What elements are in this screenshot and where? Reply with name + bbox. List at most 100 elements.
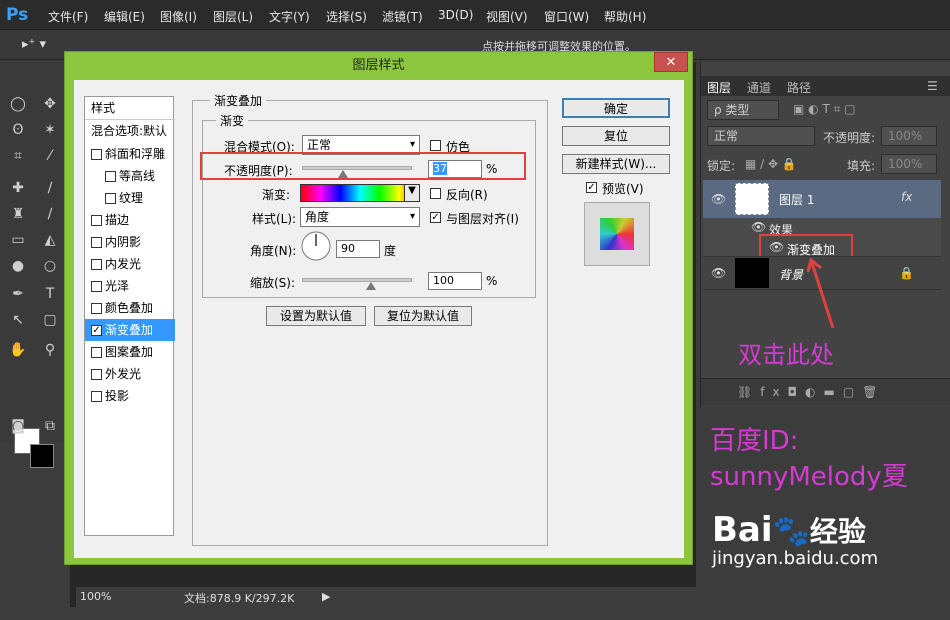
panel-menu-icon[interactable]: ☰ [927, 79, 938, 93]
satin-checkbox[interactable] [91, 281, 102, 292]
angle-dial[interactable] [300, 230, 332, 262]
brush-icon[interactable]: ∕ [40, 178, 60, 198]
ok-button[interactable]: 确定 [562, 98, 670, 118]
outer-glow-checkbox[interactable] [91, 369, 102, 380]
dialog-title: 图层样式 [352, 58, 405, 73]
menu-layer[interactable]: 图层(L) [213, 8, 253, 25]
inner-glow-checkbox[interactable] [91, 259, 102, 270]
tab-layers[interactable]: 图层 [707, 79, 731, 96]
eye-icon[interactable]: 👁 [751, 220, 766, 234]
layer-action-icons[interactable]: ⛓fx◘◐▬▢🗑 [737, 385, 885, 399]
tab-paths[interactable]: 路径 [787, 79, 811, 96]
layer-fill[interactable]: 100% [881, 154, 937, 174]
fx-icon[interactable]: fx [901, 190, 912, 204]
filter-icons[interactable]: ▣ ◐ T ⌗ ▢ [793, 102, 856, 117]
drop-shadow-checkbox[interactable] [91, 391, 102, 402]
healing-icon[interactable]: ✚ [8, 178, 28, 198]
stroke-checkbox[interactable] [91, 215, 102, 226]
menu-help[interactable]: 帮助(H) [604, 8, 646, 25]
move-tool-icon[interactable]: ▸⁺ ▾ [22, 37, 46, 52]
new-style-button[interactable]: 新建样式(W)... [562, 154, 670, 174]
style-contour[interactable]: 等高线 [85, 165, 175, 187]
menu-view[interactable]: 视图(V) [486, 8, 528, 25]
inner-shadow-checkbox[interactable] [91, 237, 102, 248]
eyedropper-icon[interactable]: ⁄ [40, 146, 60, 166]
reset-default-button[interactable]: 复位为默认值 [374, 306, 472, 326]
magic-wand-icon[interactable]: ✶ [40, 120, 60, 140]
align-checkbox[interactable]: ✓ [430, 212, 441, 223]
play-icon[interactable]: ▶ [322, 590, 330, 603]
type-icon[interactable]: T [40, 284, 60, 304]
pattern-overlay-checkbox[interactable] [91, 347, 102, 358]
bevel-checkbox[interactable] [91, 149, 102, 160]
gradient-swatch[interactable] [300, 184, 420, 202]
lasso-icon[interactable]: ʘ [8, 120, 28, 140]
fill-label: 填充: [847, 159, 876, 173]
tab-channels[interactable]: 通道 [747, 79, 771, 96]
gradient-overlay-checkbox[interactable]: ✓ [91, 325, 102, 336]
bucket-icon[interactable]: ◭ [40, 230, 60, 250]
dither-checkbox[interactable] [430, 140, 441, 151]
layer-opacity[interactable]: 100% [881, 126, 937, 146]
layer-blend-mode[interactable]: 正常 [707, 126, 815, 146]
eye-icon[interactable]: 👁 [711, 192, 726, 206]
close-icon[interactable]: ✕ [654, 52, 688, 72]
preview-swatch [600, 218, 634, 250]
preview-checkbox[interactable]: ✓ [586, 182, 597, 193]
pen-icon[interactable]: ✒ [8, 284, 28, 304]
zoom-icon[interactable]: ⚲ [40, 340, 60, 360]
move-icon[interactable]: ✥ [40, 94, 60, 114]
layer-name[interactable]: 图层 1 [779, 191, 814, 208]
quick-mask-icon[interactable]: ◙ [8, 416, 28, 436]
menu-file[interactable]: 文件(F) [48, 8, 88, 25]
crop-icon[interactable]: ⌗ [8, 146, 28, 166]
eraser-icon[interactable]: ▭ [8, 230, 28, 250]
baidu-brand: Bai [712, 510, 773, 550]
gradient-dropdown-icon[interactable]: ▼ [404, 184, 420, 202]
rectangle-icon[interactable]: ▢ [40, 310, 60, 330]
set-default-button[interactable]: 设置为默认值 [266, 306, 366, 326]
baidu-url: jingyan.baidu.com [712, 548, 879, 569]
history-brush-icon[interactable]: ∕ [40, 204, 60, 224]
paw-icon: 🐾 [772, 514, 810, 549]
lock-icons[interactable]: ▦ ∕ ✥ 🔒 [745, 157, 797, 171]
kind-filter[interactable]: ρ 类型 [707, 100, 779, 120]
texture-checkbox[interactable] [105, 193, 116, 204]
photoshop-logo: Ps [6, 5, 29, 25]
background-color[interactable] [30, 444, 54, 468]
blur-icon[interactable]: ● [8, 256, 28, 276]
stamp-icon[interactable]: ♜ [8, 204, 28, 224]
screen-mode-icon[interactable]: ⧉ [40, 416, 60, 436]
menu-filter[interactable]: 滤镜(T) [382, 8, 423, 25]
reverse-checkbox[interactable] [430, 188, 441, 199]
dodge-icon[interactable]: ○ [40, 256, 60, 276]
watermark-line2: sunnyMelody夏 [710, 462, 908, 492]
layer-name[interactable]: 背景 [779, 266, 803, 283]
menu-3d[interactable]: 3D(D) [438, 8, 473, 22]
menu-window[interactable]: 窗口(W) [544, 8, 589, 25]
marquee-icon[interactable]: ◯ [8, 94, 28, 114]
hand-icon[interactable]: ✋ [8, 340, 28, 360]
style-select[interactable]: 角度 ▾ [300, 207, 420, 227]
reset-button[interactable]: 复位 [562, 126, 670, 146]
layer-row-layer1[interactable]: 👁 图层 1 fx [703, 180, 941, 218]
eye-icon[interactable]: 👁 [711, 266, 726, 280]
tools-panel: ◯ ✥ ʘ ✶ ⌗ ⁄ ✚ ∕ ♜ ∕ ▭ ◭ ● ○ ✒ T ↖ ▢ ✋ ⚲ … [0, 62, 68, 468]
contour-checkbox[interactable] [105, 171, 116, 182]
scale-slider-thumb[interactable] [366, 282, 376, 290]
menu-edit[interactable]: 编辑(E) [104, 8, 145, 25]
style-texture[interactable]: 纹理 [85, 187, 175, 209]
preview-label: 预览(V) [602, 182, 644, 196]
path-select-icon[interactable]: ↖ [8, 310, 28, 330]
blend-options-item[interactable]: 混合选项:默认 [85, 119, 175, 141]
menu-image[interactable]: 图像(I) [160, 8, 197, 25]
scale-input[interactable]: 100 [428, 272, 482, 290]
menu-select[interactable]: 选择(S) [326, 8, 367, 25]
scale-slider[interactable] [302, 278, 412, 282]
angle-input[interactable]: 90 [336, 240, 380, 258]
menu-type[interactable]: 文字(Y) [269, 8, 310, 25]
highlight-box [200, 152, 526, 180]
watermark: 百度ID: sunnyMelody夏 [710, 423, 908, 495]
highlight-box [759, 234, 853, 258]
color-overlay-checkbox[interactable] [91, 303, 102, 314]
